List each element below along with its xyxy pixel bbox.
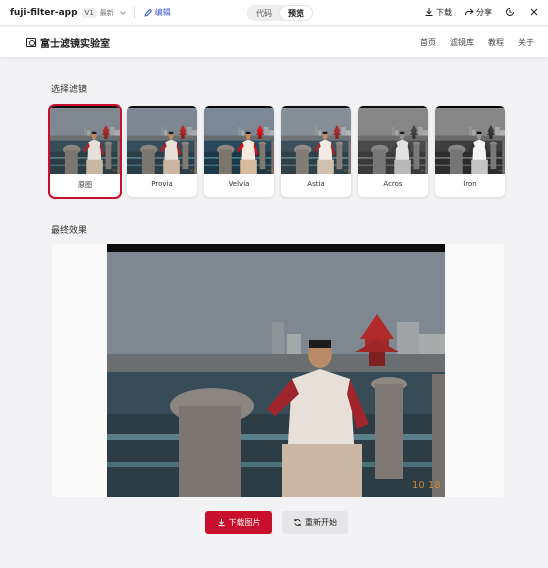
tab-preview[interactable]: 预览 — [280, 6, 312, 20]
filter-thumbnail: 10 18 — [204, 106, 274, 174]
app-name[interactable]: fuji-filter-app — [10, 8, 78, 18]
svg-text:10 18: 10 18 — [421, 169, 427, 172]
filter-card-original[interactable]: 10 18 原图 — [48, 104, 122, 199]
edit-label: 编辑 — [154, 8, 171, 17]
history-icon — [506, 8, 514, 16]
share-icon — [465, 8, 474, 16]
filter-card-provia[interactable]: 10 18 Provia — [127, 106, 197, 197]
download-action[interactable]: 下载 — [424, 7, 452, 18]
nav-filter-library[interactable]: 滤镜库 — [450, 37, 474, 48]
close-icon — [530, 8, 538, 16]
filter-card-iron[interactable]: 10 18 Iron — [435, 106, 505, 197]
edit-button[interactable]: 编辑 — [143, 7, 171, 18]
result-photo: 10 18 — [107, 244, 445, 497]
result-section-title: 最终效果 — [51, 226, 88, 236]
download-image-button[interactable]: 下载图片 — [205, 511, 272, 534]
restart-button[interactable]: 重新开始 — [282, 511, 348, 534]
filter-thumbnail: 10 18 — [127, 106, 197, 174]
filter-label: Astia — [307, 180, 325, 188]
filter-label: 原图 — [78, 181, 92, 189]
filter-label: Acros — [383, 180, 403, 188]
refresh-icon — [294, 518, 301, 527]
svg-text:10 18: 10 18 — [344, 169, 350, 172]
filter-list: 10 18 原图 10 18 Provia 10 18 Velvia 10 18… — [48, 104, 505, 199]
tab-code[interactable]: 代码 — [248, 6, 280, 20]
filter-thumbnail: 10 18 — [281, 106, 351, 174]
history-button[interactable] — [504, 6, 516, 18]
filter-thumbnail: 10 18 — [435, 106, 505, 174]
filter-card-astia[interactable]: 10 18 Astia — [281, 106, 351, 197]
close-button[interactable] — [528, 6, 540, 18]
svg-text:10 18: 10 18 — [498, 169, 504, 172]
nav-tutorial[interactable]: 教程 — [488, 37, 504, 48]
filter-thumbnail: 10 18 — [358, 106, 428, 174]
svg-text:10 18: 10 18 — [267, 169, 273, 172]
filter-thumbnail: 10 18 — [50, 106, 120, 174]
site-header: 富士滤镜实验室 首页 滤镜库 教程 关于 — [0, 27, 548, 57]
filter-label: Iron — [463, 180, 477, 188]
version-badge: V1 — [81, 7, 97, 18]
share-action[interactable]: 分享 — [464, 7, 492, 18]
version-status: 最新 — [99, 8, 114, 17]
chevron-down-icon[interactable] — [118, 8, 128, 18]
restart-label: 重新开始 — [305, 518, 337, 527]
download-label: 下载 — [436, 7, 452, 17]
filter-label: Velvia — [228, 180, 250, 188]
pencil-icon — [144, 8, 152, 17]
site-nav: 首页 滤镜库 教程 关于 — [420, 37, 534, 48]
divider — [133, 7, 135, 18]
download-image-label: 下载图片 — [228, 518, 261, 527]
nav-about[interactable]: 关于 — [518, 37, 534, 48]
app-top-bar: fuji-filter-app V1 最新 编辑 代码 预览 下载 分享 — [0, 0, 548, 26]
download-icon — [425, 8, 433, 16]
nav-home[interactable]: 首页 — [420, 37, 436, 48]
svg-text:10 18: 10 18 — [190, 169, 196, 172]
svg-text:10 18: 10 18 — [113, 169, 119, 172]
filter-label: Provia — [151, 180, 173, 188]
download-icon — [217, 518, 225, 527]
filter-card-acros[interactable]: 10 18 Acros — [358, 106, 428, 197]
view-toggle: 代码 预览 — [247, 5, 313, 21]
filter-card-velvia[interactable]: 10 18 Velvia — [204, 106, 274, 197]
site-title[interactable]: 富士滤镜实验室 — [40, 35, 110, 50]
logo-icon — [26, 37, 36, 47]
share-label: 分享 — [476, 7, 492, 17]
svg-text:10 18: 10 18 — [412, 480, 441, 491]
filter-section-title: 选择滤镜 — [51, 85, 88, 95]
